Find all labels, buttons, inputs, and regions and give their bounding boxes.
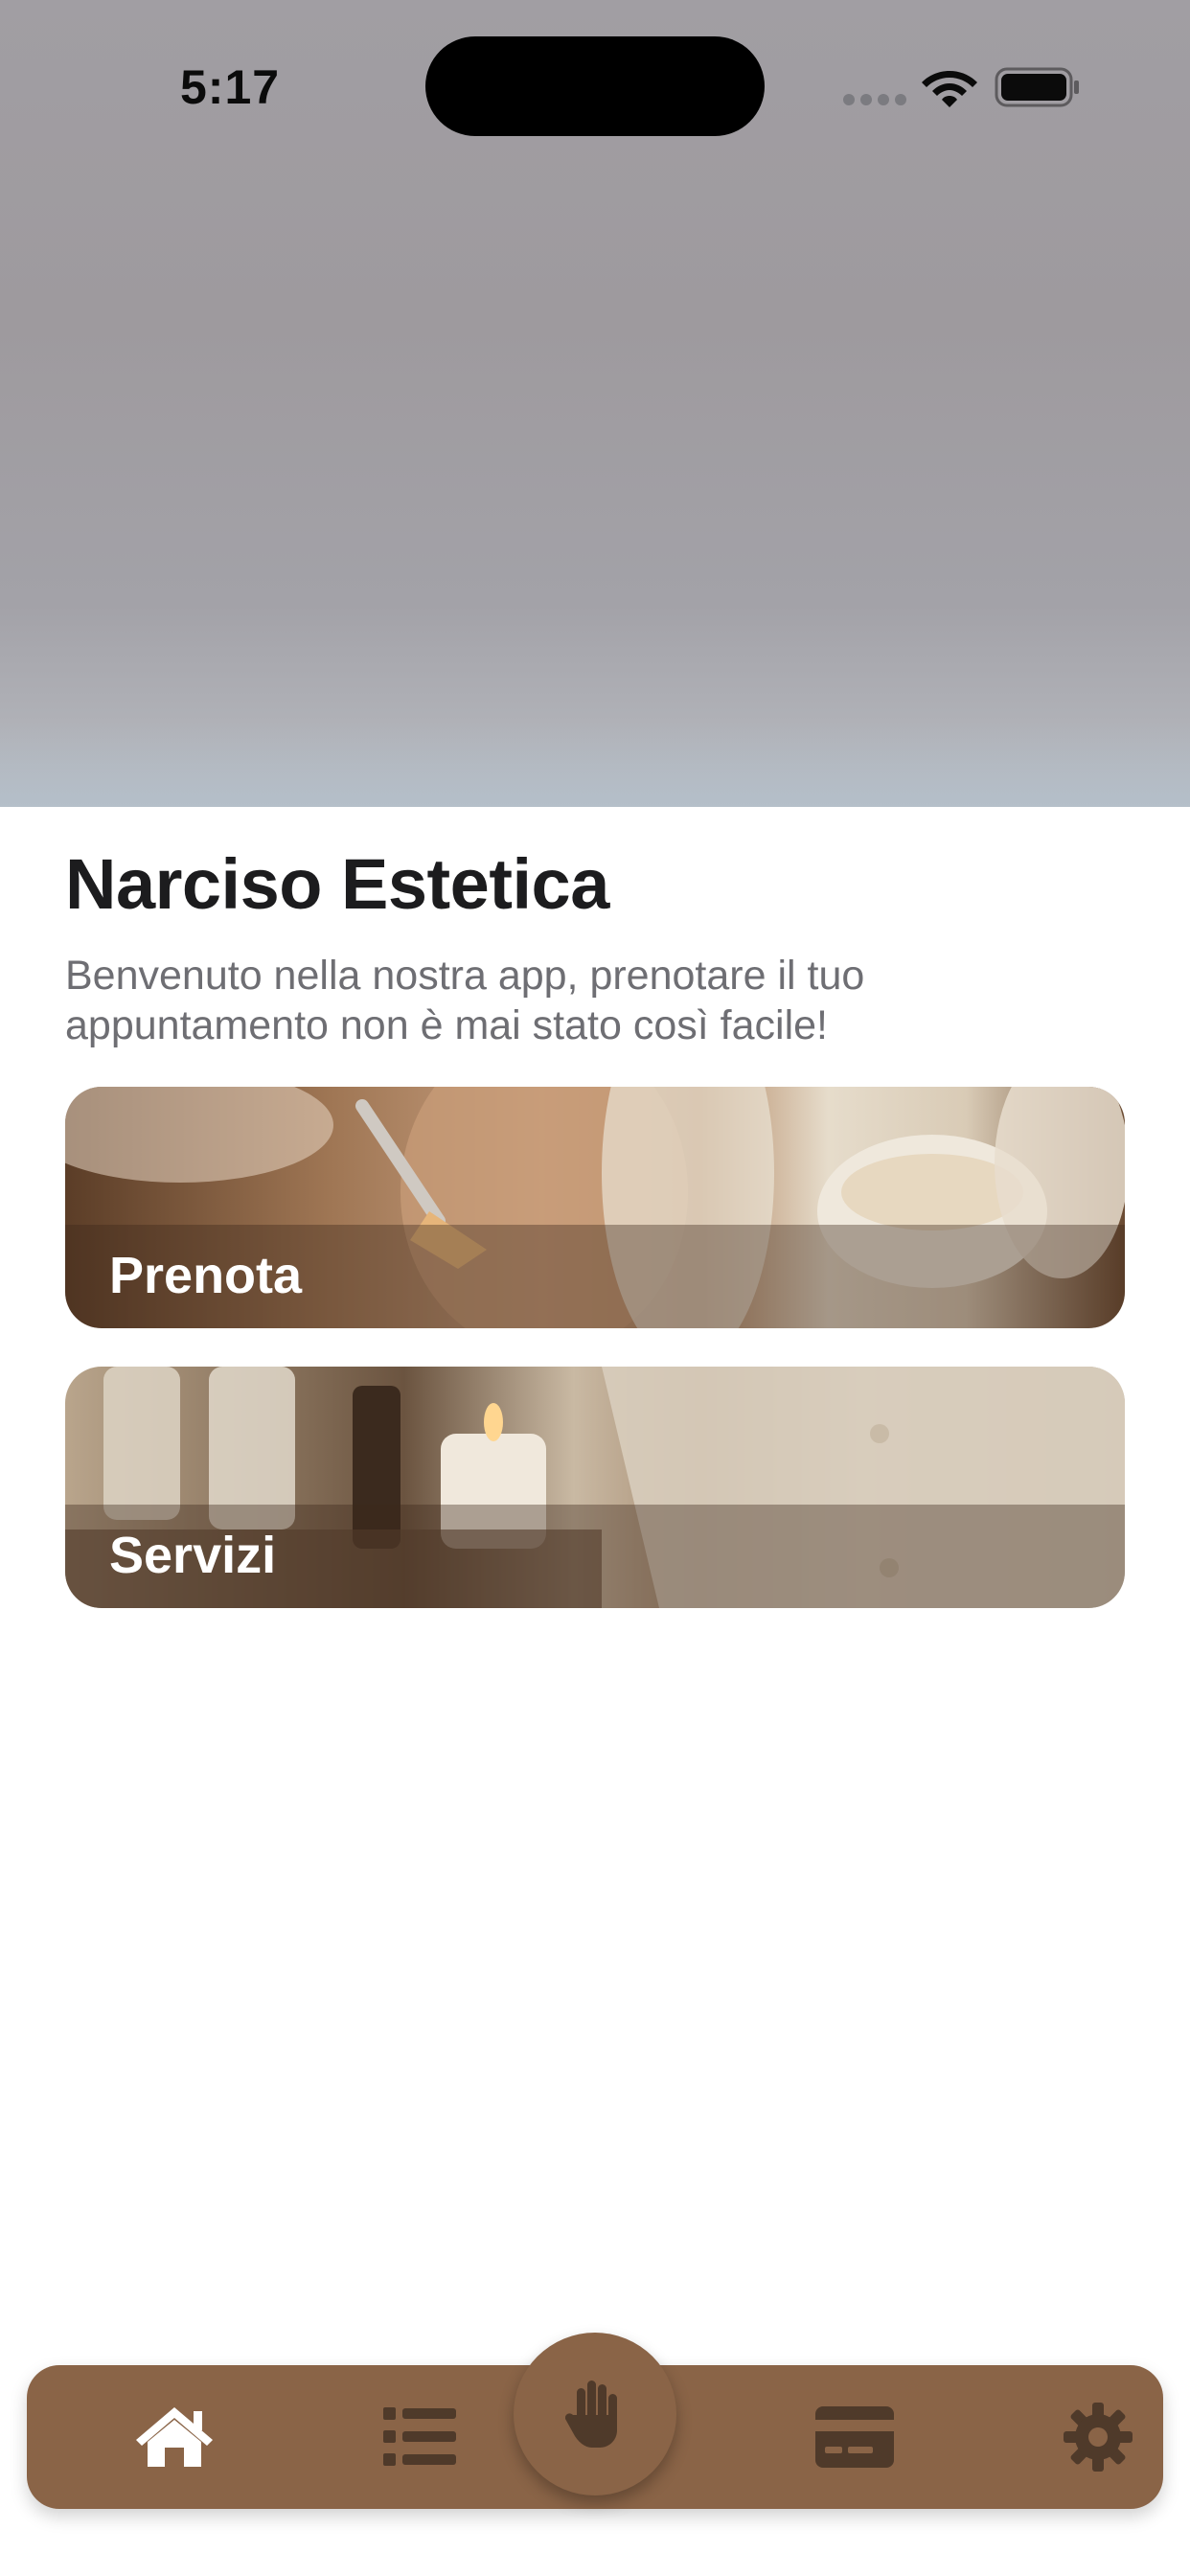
page-title: Narciso Estetica: [65, 844, 609, 924]
tab-payments[interactable]: [797, 2365, 912, 2509]
prenota-card[interactable]: Prenota: [65, 1087, 1125, 1328]
cellular-signal-icon: [843, 94, 906, 105]
wifi-icon: [922, 71, 977, 107]
welcome-text: Benvenuto nella nostra app, prenotare il…: [65, 953, 865, 1048]
tab-center-action[interactable]: [514, 2333, 676, 2496]
battery-icon: [995, 67, 1079, 107]
status-bar: 5:17: [0, 0, 1190, 144]
tab-settings[interactable]: [1041, 2365, 1156, 2509]
tab-list[interactable]: [362, 2365, 477, 2509]
list-icon: [383, 2407, 456, 2466]
hand-icon: [565, 2380, 617, 2448]
dynamic-island: [425, 36, 765, 136]
tab-home[interactable]: [117, 2365, 232, 2509]
credit-card-icon: [815, 2406, 894, 2468]
servizi-label: Servizi: [109, 1527, 277, 1584]
home-icon: [136, 2407, 213, 2467]
servizi-card[interactable]: Servizi: [65, 1367, 1125, 1608]
bottom-tab-bar: [27, 2333, 1163, 2509]
status-time: 5:17: [180, 60, 281, 114]
gear-icon: [1064, 2403, 1133, 2472]
prenota-label: Prenota: [109, 1247, 303, 1304]
